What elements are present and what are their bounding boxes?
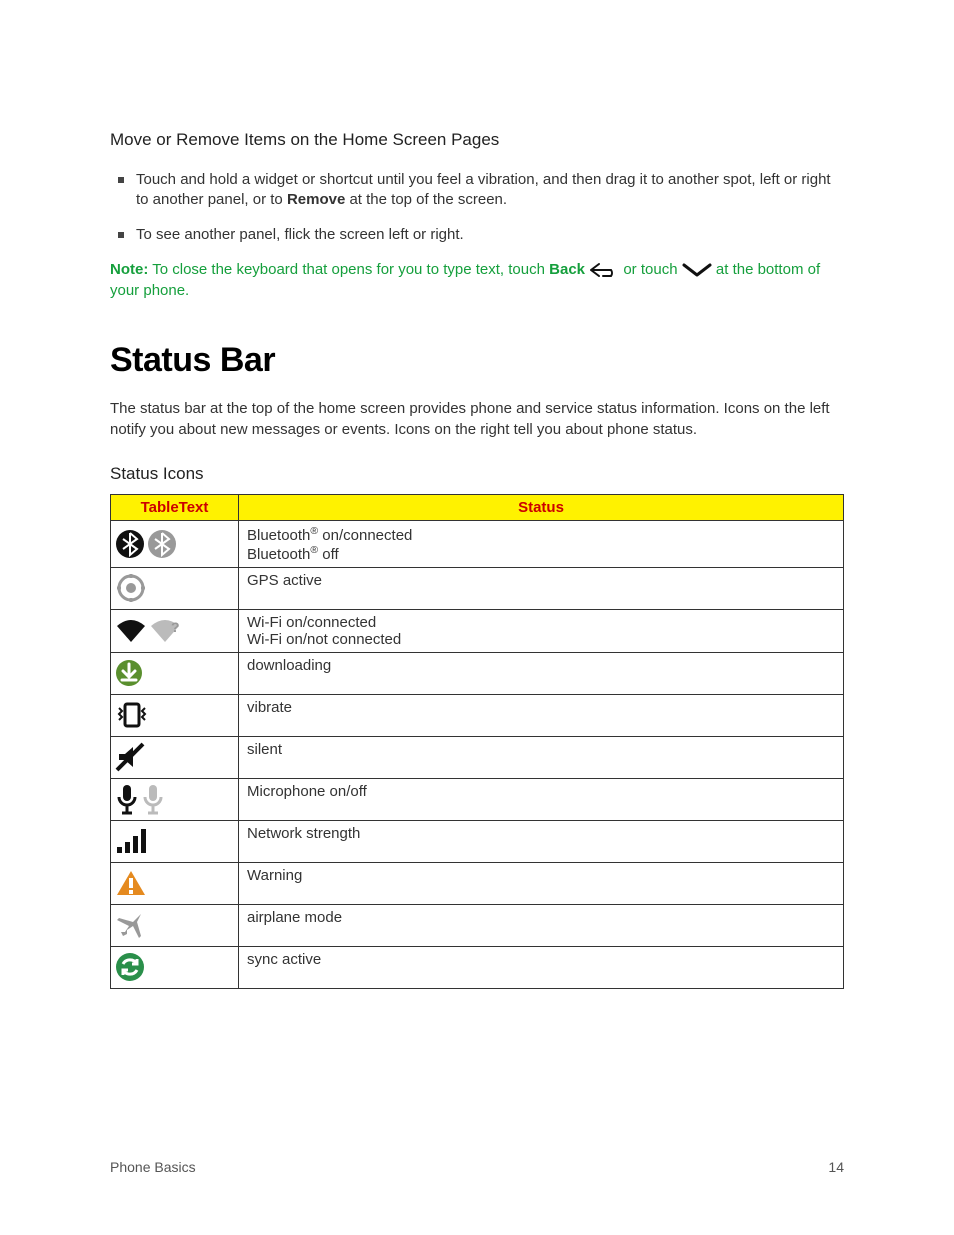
text: Wi-Fi on/connected (247, 614, 376, 631)
wifi-on-icon (115, 618, 147, 644)
section-heading: Move or Remove Items on the Home Screen … (110, 130, 844, 150)
bold-word: Remove (287, 191, 345, 208)
wifi-off-icon: ? (149, 618, 181, 644)
status-cell: GPS active (239, 567, 844, 609)
status-cell: downloading (239, 652, 844, 694)
table-row: Network strength (111, 820, 844, 862)
text: on/connected (318, 527, 412, 544)
icon-cell (111, 778, 239, 820)
page-title: Status Bar (110, 341, 844, 380)
silent-icon (115, 742, 145, 772)
document-page: Move or Remove Items on the Home Screen … (0, 0, 954, 1235)
table-row: Bluetooth® on/connected Bluetooth® off (111, 520, 844, 567)
bullet-text: at the top of the screen. (345, 191, 507, 208)
back-word: Back (549, 261, 585, 278)
registered-mark: ® (310, 544, 318, 556)
vibrate-icon (115, 700, 149, 730)
status-icons-table: TableText Status Bluetooth® on/connected… (110, 494, 844, 989)
mic-on-icon (115, 783, 139, 815)
bluetooth-on-icon (115, 529, 145, 559)
icon-cell: ? (111, 609, 239, 652)
bluetooth-off-icon (147, 529, 177, 559)
text: Bluetooth (247, 527, 310, 544)
table-row: airplane mode (111, 904, 844, 946)
icon-cell (111, 567, 239, 609)
status-cell: Microphone on/off (239, 778, 844, 820)
text: off (318, 546, 339, 563)
status-cell: Warning (239, 862, 844, 904)
footer-section: Phone Basics (110, 1159, 196, 1175)
icon-cell (111, 520, 239, 567)
bullet-item: Touch and hold a widget or shortcut unti… (136, 170, 844, 211)
back-icon (589, 262, 619, 278)
table-row: ? Wi-Fi on/connected Wi-Fi on/not connec… (111, 609, 844, 652)
note-body: To close the keyboard that opens for you… (148, 261, 549, 278)
chevron-down-icon (682, 263, 712, 277)
text: Wi-Fi on/not connected (247, 631, 401, 648)
status-cell: Bluetooth® on/connected Bluetooth® off (239, 520, 844, 567)
airplane-icon (115, 910, 145, 940)
table-row: downloading (111, 652, 844, 694)
icon-cell (111, 862, 239, 904)
mic-off-icon (141, 783, 165, 815)
table-header-row: TableText Status (111, 494, 844, 520)
note-body: or touch (619, 261, 682, 278)
gps-icon (115, 572, 147, 604)
download-icon (115, 659, 143, 687)
sync-icon (115, 952, 145, 982)
table-row: Microphone on/off (111, 778, 844, 820)
status-cell: sync active (239, 946, 844, 988)
warning-icon (115, 869, 147, 897)
table-row: Warning (111, 862, 844, 904)
table-row: silent (111, 736, 844, 778)
bullet-item: To see another panel, flick the screen l… (136, 225, 844, 245)
status-cell: airplane mode (239, 904, 844, 946)
th-status: Status (239, 494, 844, 520)
icon-cell (111, 946, 239, 988)
status-cell: vibrate (239, 694, 844, 736)
registered-mark: ® (310, 525, 318, 537)
table-heading: Status Icons (110, 464, 844, 484)
note-label: Note: (110, 261, 148, 278)
intro-paragraph: The status bar at the top of the home sc… (110, 398, 844, 440)
svg-text:?: ? (171, 619, 180, 635)
table-row: sync active (111, 946, 844, 988)
status-cell: silent (239, 736, 844, 778)
text: Bluetooth (247, 546, 310, 563)
icon-cell (111, 652, 239, 694)
signal-icon (115, 827, 149, 855)
th-icon: TableText (111, 494, 239, 520)
page-footer: Phone Basics 14 (110, 1159, 844, 1175)
table-row: vibrate (111, 694, 844, 736)
status-cell: Wi-Fi on/connected Wi-Fi on/not connecte… (239, 609, 844, 652)
status-cell: Network strength (239, 820, 844, 862)
icon-cell (111, 904, 239, 946)
bullet-list: Touch and hold a widget or shortcut unti… (110, 170, 844, 245)
table-row: GPS active (111, 567, 844, 609)
page-number: 14 (828, 1159, 844, 1175)
icon-cell (111, 820, 239, 862)
icon-cell (111, 736, 239, 778)
icon-cell (111, 694, 239, 736)
note-text: Note: To close the keyboard that opens f… (110, 259, 844, 301)
